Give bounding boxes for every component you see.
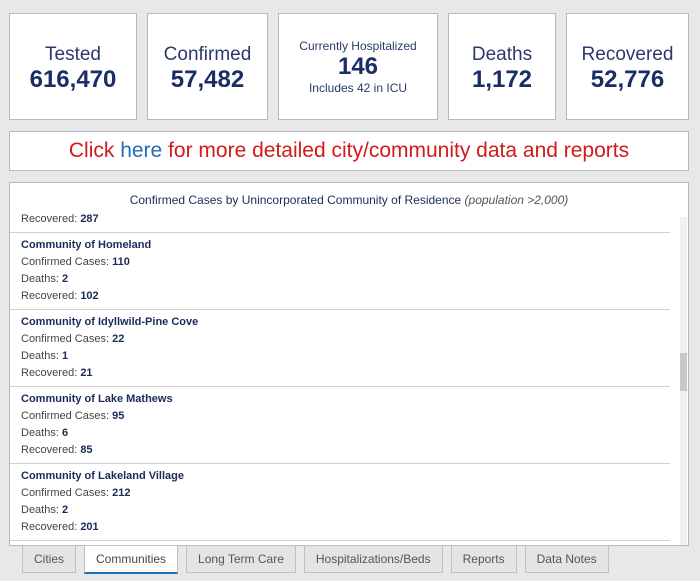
list-item: Community of Lakeland Village Confirmed … [10, 464, 670, 541]
deaths-value: 1 [61, 350, 69, 362]
hospitalized-card: Currently Hospitalized 146 Includes 42 i… [278, 13, 438, 120]
tab-communities[interactable]: Communities [84, 545, 179, 574]
deaths-value: 2 [61, 273, 69, 285]
recovered-label: Recovered: [21, 444, 81, 456]
list-item: Community of Idyllwild-Pine Cove Confirm… [10, 310, 670, 387]
banner-prefix: Click [68, 139, 121, 162]
details-banner: Click here for more detailed city/commun… [9, 131, 689, 171]
confirmed-value: 212 [112, 487, 131, 499]
tab-data-notes[interactable]: Data Notes [524, 545, 609, 573]
deaths-label: Deaths: [21, 504, 62, 516]
confirmed-card: Confirmed 57,482 [147, 13, 268, 120]
recovered-value: 21 [80, 367, 93, 379]
tab-reports[interactable]: Reports [450, 545, 517, 573]
tested-card: Tested 616,470 [9, 13, 137, 120]
deaths-label: Deaths [471, 44, 533, 65]
deaths-label: Deaths: [21, 350, 62, 362]
deaths-value: 2 [61, 504, 69, 516]
recovered-card: Recovered 52,776 [566, 13, 689, 120]
list-item: Community of Lake Mathews Confirmed Case… [10, 387, 670, 464]
community-name: Community of Lakeland Village [21, 470, 184, 482]
tested-label: Tested [45, 44, 101, 65]
list-item: Community of Homeland Confirmed Cases: 1… [10, 233, 670, 310]
confirmed-label: Confirmed Cases: [21, 487, 113, 499]
deaths-card: Deaths 1,172 [448, 13, 556, 120]
panel-title: Confirmed Cases by Unincorporated Commun… [10, 193, 688, 211]
recovered-label: Recovered: [21, 290, 81, 302]
banner-suffix: for more detailed city/community data an… [162, 139, 630, 162]
tab-cities[interactable]: Cities [22, 545, 77, 573]
deaths-label: Deaths: [21, 273, 62, 285]
confirmed-label: Confirmed Cases: [21, 333, 113, 345]
community-name: Community of Lake Mathews [21, 393, 173, 405]
details-link[interactable]: here [120, 139, 162, 162]
hospitalized-value: 146 [337, 53, 379, 80]
confirmed-value: 110 [112, 256, 130, 268]
confirmed-value: 57,482 [170, 66, 245, 93]
recovered-value: 52,776 [590, 66, 665, 93]
recovered-label: Recovered: [21, 521, 81, 533]
scrollbar[interactable] [680, 217, 687, 545]
tested-value: 616,470 [29, 66, 117, 93]
tab-hospitalizations-beds[interactable]: Hospitalizations/Beds [303, 545, 443, 573]
community-name: Community of Idyllwild-Pine Cove [21, 316, 199, 328]
confirmed-value: 22 [112, 333, 125, 345]
list-item-partial: Recovered: 287 [10, 211, 670, 233]
recovered-label: Recovered: [21, 213, 81, 225]
community-list[interactable]: Recovered: 287 Community of Homeland Con… [10, 211, 670, 545]
panel-title-note: (population >2,000) [464, 193, 569, 207]
recovered-label: Recovered [581, 44, 674, 65]
recovered-label: Recovered: [21, 367, 81, 379]
recovered-value: 85 [80, 444, 93, 456]
deaths-label: Deaths: [21, 427, 62, 439]
confirmed-label: Confirmed [163, 44, 252, 65]
community-name: Community of Homeland [21, 239, 152, 251]
recovered-value: 102 [80, 290, 99, 302]
confirmed-label: Confirmed Cases: [21, 410, 113, 422]
confirmed-label: Confirmed Cases: [21, 256, 113, 268]
recovered-value: 287 [80, 213, 99, 225]
hospitalized-label: Currently Hospitalized [299, 39, 417, 53]
panel-title-text: Confirmed Cases by Unincorporated Commun… [129, 193, 465, 207]
scrollbar-thumb[interactable] [680, 353, 687, 391]
deaths-value: 1,172 [471, 66, 533, 93]
deaths-value: 6 [61, 427, 69, 439]
tab-bar: Cities Communities Long Term Care Hospitali… [22, 545, 617, 574]
tab-long-term-care[interactable]: Long Term Care [186, 545, 296, 573]
communities-panel: Confirmed Cases by Unincorporated Commun… [9, 182, 689, 546]
icu-note: Includes 42 in ICU [308, 81, 408, 95]
recovered-value: 201 [80, 521, 99, 533]
confirmed-value: 95 [112, 410, 125, 422]
